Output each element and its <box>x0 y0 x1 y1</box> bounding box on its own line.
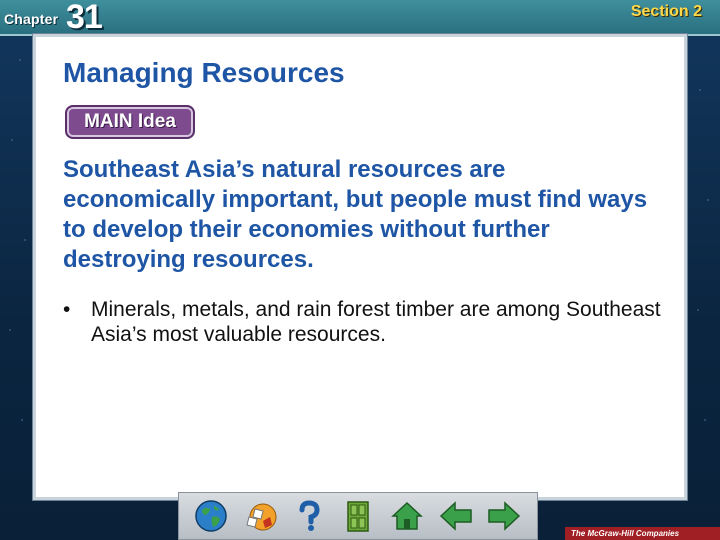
chapter-number: 31 <box>66 0 103 36</box>
publisher-logo: The McGraw-Hill Companies <box>565 527 720 540</box>
bullet-dot: • <box>63 298 71 321</box>
help-button[interactable] <box>290 497 328 535</box>
slide-title: Managing Resources <box>63 57 345 88</box>
main-idea-text: Southeast Asia’s natural resources are e… <box>63 156 648 273</box>
home-icon <box>390 501 423 530</box>
main-idea-badge: MAIN Idea <box>65 105 195 139</box>
next-button[interactable] <box>485 497 523 535</box>
globe-button[interactable] <box>192 497 230 535</box>
slide-panel: Managing Resources MAIN Idea Southeast A… <box>33 34 687 500</box>
arrow-right-icon <box>488 501 521 531</box>
previous-button[interactable] <box>437 497 475 535</box>
puzzle-pieces-icon <box>246 503 277 531</box>
puzzle-button[interactable] <box>241 497 279 535</box>
globe-icon <box>195 500 228 532</box>
arrow-left-icon <box>439 501 472 531</box>
section-label: Section 2 <box>630 3 702 20</box>
question-mark-icon <box>299 500 320 531</box>
navigation-bar <box>178 492 538 540</box>
exit-button[interactable] <box>339 497 377 535</box>
chapter-header: Chapter 31 Section 2 <box>0 0 720 36</box>
bullet-list: • Minerals, metals, and rain forest timb… <box>63 297 663 347</box>
door-icon <box>347 501 369 532</box>
chapter-label: Chapter <box>4 11 59 27</box>
bullet-text: Minerals, metals, and rain forest timber… <box>91 298 661 346</box>
bullet-item: • Minerals, metals, and rain forest timb… <box>63 297 663 347</box>
home-button[interactable] <box>388 497 426 535</box>
